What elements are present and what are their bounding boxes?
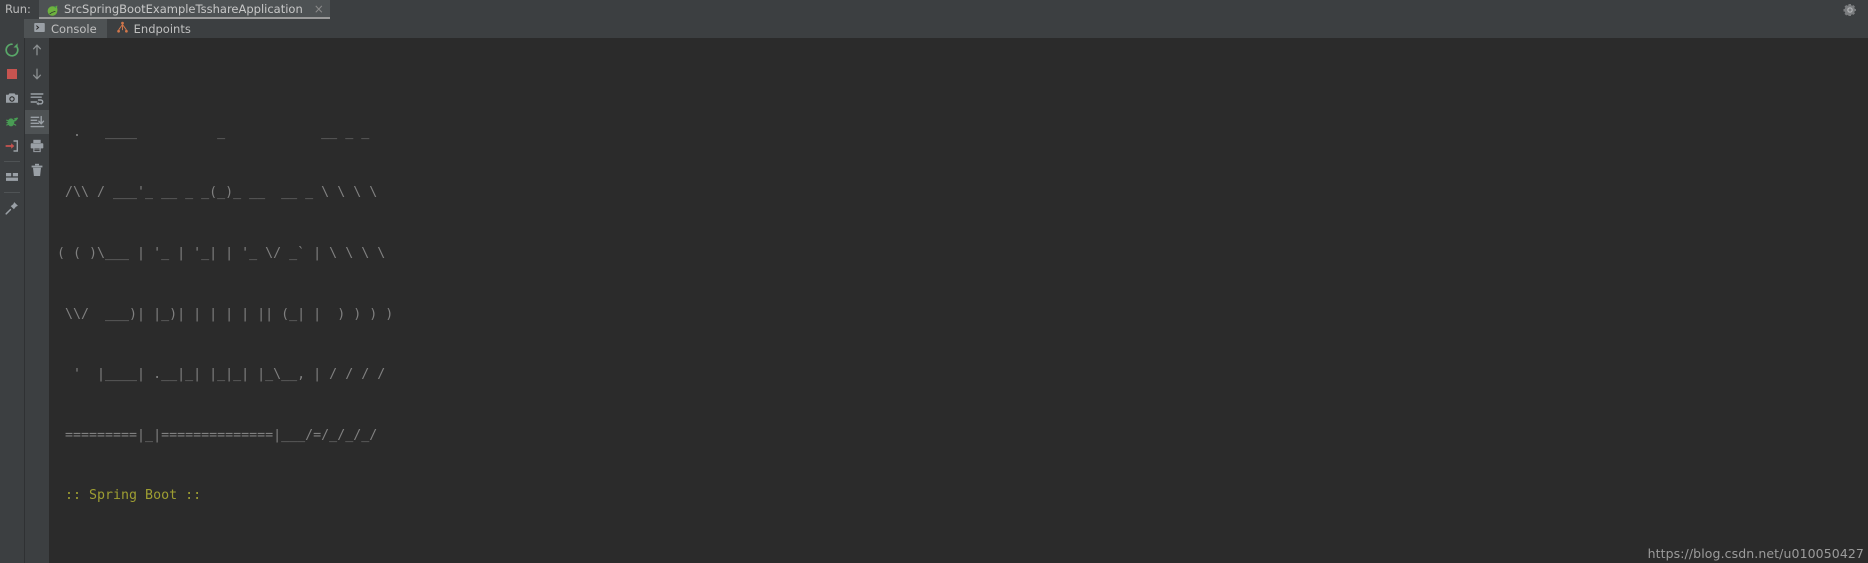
banner-line: ' |____| .__|_| |_|_| |_\__, | / / / / xyxy=(57,367,386,383)
run-tab-title: SrcSpringBootExampleTsshareApplication xyxy=(63,1,303,16)
csdn-watermark: https://blog.csdn.net/u010050427 xyxy=(1647,546,1864,561)
console-tabstrip: Console Endpoints xyxy=(24,19,1868,38)
scroll-to-end-icon[interactable] xyxy=(25,110,49,134)
arrow-down-icon[interactable] xyxy=(25,62,49,86)
rerun-button[interactable] xyxy=(0,38,24,62)
run-actions-toolbar xyxy=(0,38,24,563)
spring-boot-version: :: Spring Boot :: xyxy=(57,488,202,504)
banner-line: ( ( )\___ | '_ | '_| | '_ \/ _` | \ \ \ … xyxy=(57,246,386,262)
camera-icon[interactable] xyxy=(0,86,24,110)
spring-boot-banner: . ____ _ __ _ _ xyxy=(57,123,1868,143)
spring-boot-banner: =========|_|==============|___/=/_/_/_/ xyxy=(57,426,1868,446)
toolbar-separator xyxy=(4,161,20,162)
banner-line: \\/ ___)| |_)| | | | | || (_| | ) ) ) ) xyxy=(57,306,394,322)
spring-boot-banner: \\/ ___)| |_)| | | | | || (_| | ) ) ) ) xyxy=(57,305,1868,325)
toolbar-separator xyxy=(4,192,20,193)
arrow-up-icon[interactable] xyxy=(25,38,49,62)
banner-line: =========|_|==============|___/=/_/_/_/ xyxy=(57,427,378,443)
run-console-window: Run: SrcSpringBootExampleTsshareApplicat… xyxy=(0,0,1868,563)
tab-endpoints-label: Endpoints xyxy=(133,21,191,36)
printer-icon[interactable] xyxy=(25,134,49,158)
bug-arrow-icon[interactable] xyxy=(0,110,24,134)
console-actions-toolbar xyxy=(24,38,49,563)
spring-boot-banner: ( ( )\___ | '_ | '_| | '_ \/ _` | \ \ \ … xyxy=(57,244,1868,264)
soft-wrap-icon[interactable] xyxy=(25,86,49,110)
endpoints-icon xyxy=(116,21,129,37)
run-configuration-tab[interactable]: SrcSpringBootExampleTsshareApplication × xyxy=(38,0,330,19)
run-label: Run: xyxy=(5,2,31,16)
banner-line: /\\ / ___'_ __ _ _(_)_ __ __ _ \ \ \ \ xyxy=(57,185,378,201)
close-icon[interactable]: × xyxy=(314,2,324,16)
tab-console[interactable]: Console xyxy=(24,19,107,38)
pin-icon[interactable] xyxy=(0,196,24,220)
spring-boot-banner: /\\ / ___'_ __ _ _(_)_ __ __ _ \ \ \ \ xyxy=(57,183,1868,203)
run-window-titlebar: Run: SrcSpringBootExampleTsshareApplicat… xyxy=(0,0,1868,19)
spring-boot-banner: ' |____| .__|_| |_|_| |_\__, | / / / / xyxy=(57,365,1868,385)
stop-button[interactable] xyxy=(0,62,24,86)
tab-endpoints[interactable]: Endpoints xyxy=(107,19,201,38)
spring-boot-version-line: :: Spring Boot :: xyxy=(57,486,1868,506)
import-arrow-icon[interactable] xyxy=(0,134,24,158)
console-output[interactable]: . ____ _ __ _ _ /\\ / ___'_ __ _ _(_)_ _… xyxy=(49,38,1868,563)
gear-icon[interactable] xyxy=(1842,2,1858,18)
tab-console-label: Console xyxy=(51,21,97,36)
trash-icon[interactable] xyxy=(25,158,49,182)
console-icon xyxy=(33,21,46,37)
banner-line: . ____ _ __ _ _ xyxy=(57,124,370,140)
spring-leaf-icon xyxy=(46,2,59,16)
layout-icon[interactable] xyxy=(0,165,24,189)
